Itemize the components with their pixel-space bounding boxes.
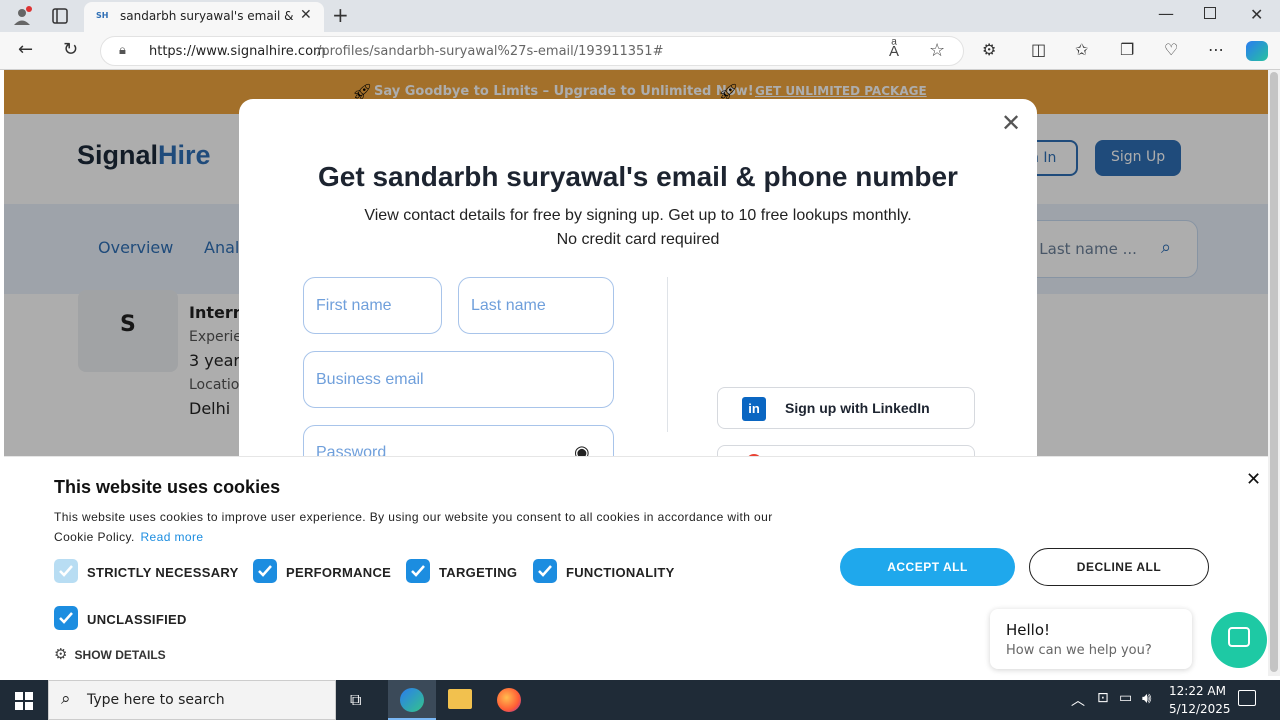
cookie-close-icon[interactable]: ✕ xyxy=(1246,469,1261,490)
file-explorer-icon[interactable] xyxy=(448,689,472,709)
wifi-icon[interactable]: ▭ xyxy=(1119,690,1132,706)
windows-start-icon[interactable] xyxy=(15,692,33,710)
browser-tab[interactable]: SH sandarbh suryawal's email & pho ✕ xyxy=(84,2,324,32)
show-password-eye-icon[interactable]: ◉ xyxy=(574,442,590,456)
volume-icon[interactable]: 🔊︎ xyxy=(1142,689,1151,707)
chat-launcher-button[interactable] xyxy=(1211,612,1267,668)
new-tab-icon[interactable]: + xyxy=(332,3,349,27)
show-hidden-icons[interactable]: ︿ xyxy=(1071,690,1085,710)
decline-all-label: DECLINE ALL xyxy=(1076,560,1162,574)
copilot-icon[interactable] xyxy=(1246,41,1268,61)
url-host: https://www.signalhire.com xyxy=(149,44,326,59)
windows-taskbar: ⌕ Type here to search ⧉ ︿ ⊡ ▭ 🔊︎ 12:22 A… xyxy=(0,680,1280,720)
signup-modal: ✕ Get sandarbh suryawal's email & phone … xyxy=(239,99,1037,456)
chat-icon xyxy=(1228,627,1250,647)
label-strictly-necessary: STRICTLY NECESSARY xyxy=(87,565,239,580)
network-icon[interactable]: ⊡ xyxy=(1097,690,1109,706)
scrollbar-thumb[interactable] xyxy=(1270,72,1278,672)
chat-help: How can we help you? xyxy=(1006,643,1152,658)
browser-toolbar: ← ↻ 🔒︎ https://www.signalhire.com /profi… xyxy=(0,32,1280,70)
cookie-banner: This website uses cookies This website u… xyxy=(4,456,1268,676)
checkbox-targeting[interactable] xyxy=(406,559,430,583)
google-signup-button[interactable] xyxy=(717,445,975,456)
business-email-field[interactable]: Business email xyxy=(303,351,614,408)
linkedin-icon: in xyxy=(742,397,766,421)
collections-icon[interactable]: ❐ xyxy=(1120,42,1134,58)
modal-subtitle-line2: No credit card required xyxy=(556,231,720,248)
checkbox-functionality[interactable] xyxy=(533,559,557,583)
checkbox-strictly-necessary xyxy=(54,559,78,583)
checkbox-performance[interactable] xyxy=(253,559,277,583)
password-field[interactable]: Password ◉ xyxy=(303,425,614,456)
taskbar-search-placeholder: Type here to search xyxy=(87,692,225,708)
task-view-icon[interactable]: ⧉ xyxy=(350,690,361,710)
accept-all-label: ACCEPT ALL xyxy=(887,560,968,574)
linkedin-label: Sign up with LinkedIn xyxy=(785,400,930,416)
clock-time[interactable]: 12:22 AM xyxy=(1169,684,1226,698)
more-options-icon[interactable]: ⋯ xyxy=(1208,42,1224,58)
read-more-link[interactable]: Read more xyxy=(140,530,203,544)
modal-close-icon[interactable]: ✕ xyxy=(1001,109,1021,137)
taskbar-search-icon: ⌕ xyxy=(61,689,71,709)
address-bar[interactable]: 🔒︎ https://www.signalhire.com /profiles/… xyxy=(100,36,964,66)
refresh-icon[interactable]: ↻ xyxy=(63,41,78,59)
cookie-policy-text: Cookie Policy. xyxy=(54,530,135,544)
linkedin-signup-button[interactable]: in Sign up with LinkedIn xyxy=(717,387,975,429)
tab-favicon: SH xyxy=(96,11,109,20)
checkbox-unclassified[interactable] xyxy=(54,606,78,630)
edge-taskbar-icon[interactable] xyxy=(388,680,436,720)
split-screen-icon[interactable]: ◫ xyxy=(1031,42,1046,58)
accept-all-button[interactable]: ACCEPT ALL xyxy=(840,548,1015,586)
taskbar-search[interactable]: ⌕ Type here to search xyxy=(48,680,336,720)
tab-title: sandarbh suryawal's email & pho xyxy=(120,9,296,23)
profile-icon[interactable] xyxy=(12,6,32,26)
notifications-icon[interactable] xyxy=(1238,690,1256,706)
tab-close-icon[interactable]: ✕ xyxy=(300,7,312,23)
chat-hello: Hello! xyxy=(1006,621,1051,639)
chat-bubble[interactable]: Hello! How can we help you? xyxy=(990,609,1192,669)
show-details-toggle[interactable]: ⚙ SHOW DETAILS xyxy=(54,644,166,663)
clock-date[interactable]: 5/12/2025 xyxy=(1169,702,1231,716)
minimize-icon[interactable]: — xyxy=(1158,4,1174,23)
modal-subtitle-line1: View contact details for free by signing… xyxy=(364,207,912,224)
label-functionality: FUNCTIONALITY xyxy=(566,565,675,580)
modal-title: Get sandarbh suryawal's email & phone nu… xyxy=(318,161,958,192)
read-aloud-icon[interactable]: A͏ͣ xyxy=(889,42,899,60)
edge-icon xyxy=(400,688,424,712)
back-icon[interactable]: ← xyxy=(18,41,33,59)
cookie-title: This website uses cookies xyxy=(54,477,281,497)
tab-actions-icon[interactable] xyxy=(52,8,68,24)
first-name-field[interactable]: First name xyxy=(303,277,442,334)
cookie-body-line2: Cookie Policy. Read more xyxy=(54,530,203,544)
favorites-icon[interactable]: ✩ xyxy=(1075,42,1088,58)
modal-divider xyxy=(667,277,668,432)
extensions-icon[interactable]: ⚙ xyxy=(982,42,996,58)
label-unclassified: UNCLASSIFIED xyxy=(87,612,187,627)
browser-tab-bar: SH sandarbh suryawal's email & pho ✕ + —… xyxy=(0,0,1280,32)
gear-icon: ⚙ xyxy=(54,645,68,663)
show-details-label: SHOW DETAILS xyxy=(74,648,166,662)
cookie-body: This website uses cookies to improve use… xyxy=(54,510,773,524)
last-name-field[interactable]: Last name xyxy=(458,277,614,334)
favorite-star-icon[interactable]: ☆ xyxy=(929,40,945,61)
firefox-icon[interactable] xyxy=(497,688,521,712)
lock-icon[interactable]: 🔒︎ xyxy=(119,43,126,58)
decline-all-button[interactable]: DECLINE ALL xyxy=(1029,548,1209,586)
label-targeting: TARGETING xyxy=(439,565,518,580)
browser-essentials-icon[interactable]: ♡ xyxy=(1164,42,1178,58)
label-performance: PERFORMANCE xyxy=(286,565,392,580)
password-placeholder: Password xyxy=(316,444,387,456)
close-window-icon[interactable]: ✕ xyxy=(1250,5,1263,24)
restore-icon[interactable] xyxy=(1204,7,1216,19)
url-path: /profiles/sandarbh-suryawal%27s-email/19… xyxy=(317,44,664,59)
